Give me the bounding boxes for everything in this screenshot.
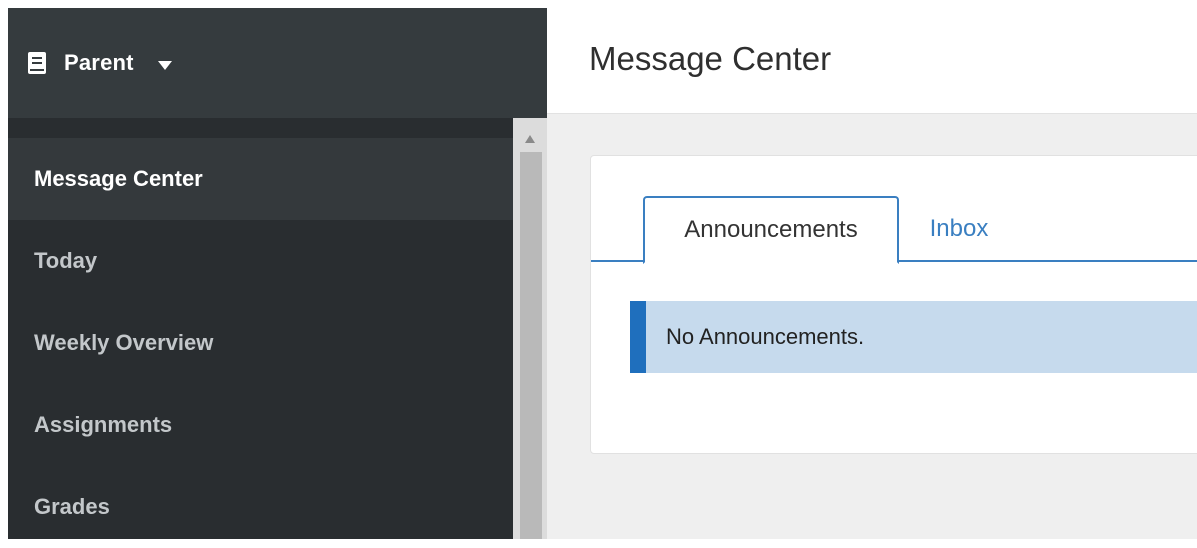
tab-label: Inbox	[929, 215, 989, 242]
role-selector[interactable]: Parent	[8, 8, 547, 118]
empty-notice: No Announcements.	[630, 301, 1197, 373]
message-card: Announcements Inbox No Announcements.	[590, 155, 1197, 454]
sidebar-item-grades[interactable]: Grades	[8, 466, 513, 548]
sidebar-item-message-center[interactable]: Message Center	[8, 138, 513, 220]
sidebar-item-label: Assignments	[34, 412, 173, 437]
sidebar-item-weekly-overview[interactable]: Weekly Overview	[8, 302, 513, 384]
tab-bar: Announcements Inbox	[591, 196, 1197, 264]
sidebar-item-label: Grades	[34, 494, 110, 519]
sidebar-item-today[interactable]: Today	[8, 220, 513, 302]
tab-inbox[interactable]: Inbox	[909, 196, 1009, 262]
role-label: Parent	[64, 50, 134, 75]
nav-list: Message Center Today Weekly Overview Ass…	[8, 138, 513, 548]
sidebar-item-label: Weekly Overview	[34, 330, 214, 355]
top-strip	[0, 0, 1197, 8]
chevron-down-icon[interactable]	[157, 58, 172, 70]
scroll-up-icon[interactable]	[525, 130, 535, 143]
sidebar-scrollbar[interactable]	[513, 118, 547, 539]
sidebar-item-label: Today	[34, 248, 98, 273]
tab-label: Announcements	[684, 216, 858, 243]
tab-announcements[interactable]: Announcements	[643, 196, 899, 264]
sidebar-item-assignments[interactable]: Assignments	[8, 384, 513, 466]
main-content: Message Center Announcements Inbox No An…	[547, 8, 1197, 539]
sidebar-item-label: Message Center	[34, 166, 203, 191]
sidebar: Parent Message Center Today Weekly Overv…	[8, 8, 547, 539]
page-title: Message Center	[589, 40, 832, 77]
app-window: Parent Message Center Today Weekly Overv…	[0, 0, 1197, 539]
scrollbar-thumb[interactable]	[520, 152, 542, 539]
notice-text: No Announcements.	[666, 324, 865, 349]
page-header: Message Center	[547, 8, 1197, 114]
book-icon	[28, 52, 46, 74]
